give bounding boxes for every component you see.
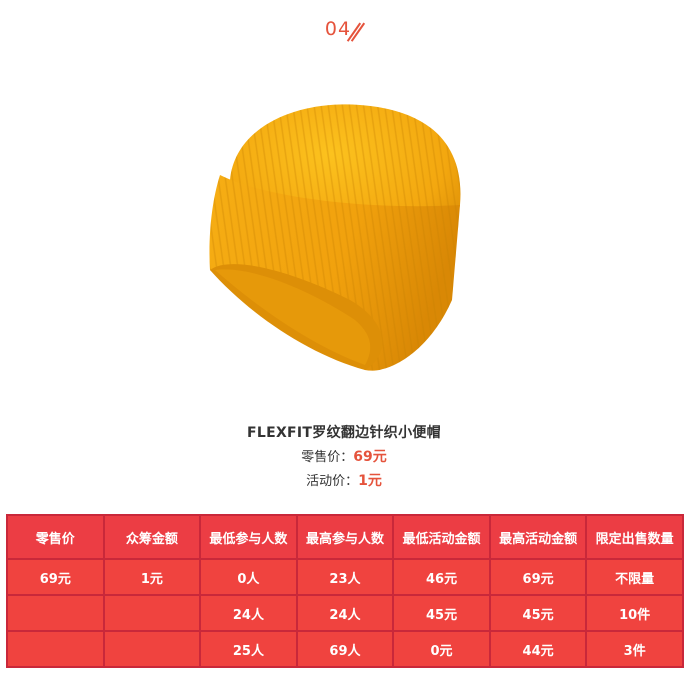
activity-price-label: 活动价： xyxy=(306,474,359,489)
table-cell: 3件 xyxy=(585,630,684,668)
table-row: 69元 1元 0人 23人 46元 69元 不限量 xyxy=(6,558,684,596)
table-cell: 1元 xyxy=(102,558,202,596)
header-min-activity-amount: 最低活动金额 xyxy=(392,514,491,560)
table-cell: 45元 xyxy=(488,594,588,632)
price-tier-table: 零售价 众筹金额 最低参与人数 最高参与人数 最低活动金额 最高活动金额 限定出… xyxy=(6,514,684,668)
table-row: 24人 24人 45元 45元 10件 xyxy=(6,594,684,632)
table-cell: 10件 xyxy=(585,594,684,632)
header-max-activity-amount: 最高活动金额 xyxy=(488,514,588,560)
knit-beanie-yellow-image xyxy=(209,104,461,371)
table-header-row: 零售价 众筹金额 最低参与人数 最高参与人数 最低活动金额 最高活动金额 限定出… xyxy=(6,514,684,560)
table-cell: 69人 xyxy=(295,630,395,668)
header-retail-price: 零售价 xyxy=(6,514,105,560)
retail-price-row: 零售价：69元 xyxy=(0,446,688,466)
activity-price-value: 1元 xyxy=(358,473,382,489)
table-cell: 24人 xyxy=(199,594,298,632)
header-limited-quantity: 限定出售数量 xyxy=(585,514,684,560)
product-name: FLEXFIT罗纹翻边针织小便帽 xyxy=(247,425,441,441)
table-cell: 23人 xyxy=(295,558,395,596)
table-cell: 69元 xyxy=(488,558,588,596)
header-min-participants: 最低参与人数 xyxy=(199,514,298,560)
price-tier-table-container: 零售价 众筹金额 最低参与人数 最高参与人数 最低活动金额 最高活动金额 限定出… xyxy=(6,514,684,668)
table-cell: 25人 xyxy=(199,630,298,668)
retail-price-value: 69元 xyxy=(353,449,387,465)
header-crowdfund-amount: 众筹金额 xyxy=(102,514,202,560)
double-slash-icon xyxy=(346,19,365,41)
table-cell: 0人 xyxy=(199,558,298,596)
table-cell: 不限量 xyxy=(585,558,684,596)
table-cell xyxy=(6,630,105,668)
table-cell: 44元 xyxy=(488,630,588,668)
table-row: 25人 69人 0元 44元 3件 xyxy=(6,630,684,668)
retail-price-label: 零售价： xyxy=(301,450,354,465)
table-cell: 45元 xyxy=(392,594,491,632)
table-cell xyxy=(6,594,105,632)
header-max-participants: 最高参与人数 xyxy=(295,514,395,560)
table-cell xyxy=(102,630,202,668)
activity-price-row: 活动价：1元 xyxy=(0,470,688,490)
section-number: 04 xyxy=(324,18,352,40)
table-cell: 69元 xyxy=(6,558,105,596)
table-cell: 46元 xyxy=(392,558,491,596)
table-cell: 24人 xyxy=(295,594,395,632)
table-cell xyxy=(102,594,202,632)
section-index: 04 xyxy=(0,18,688,41)
table-cell: 0元 xyxy=(392,630,491,668)
